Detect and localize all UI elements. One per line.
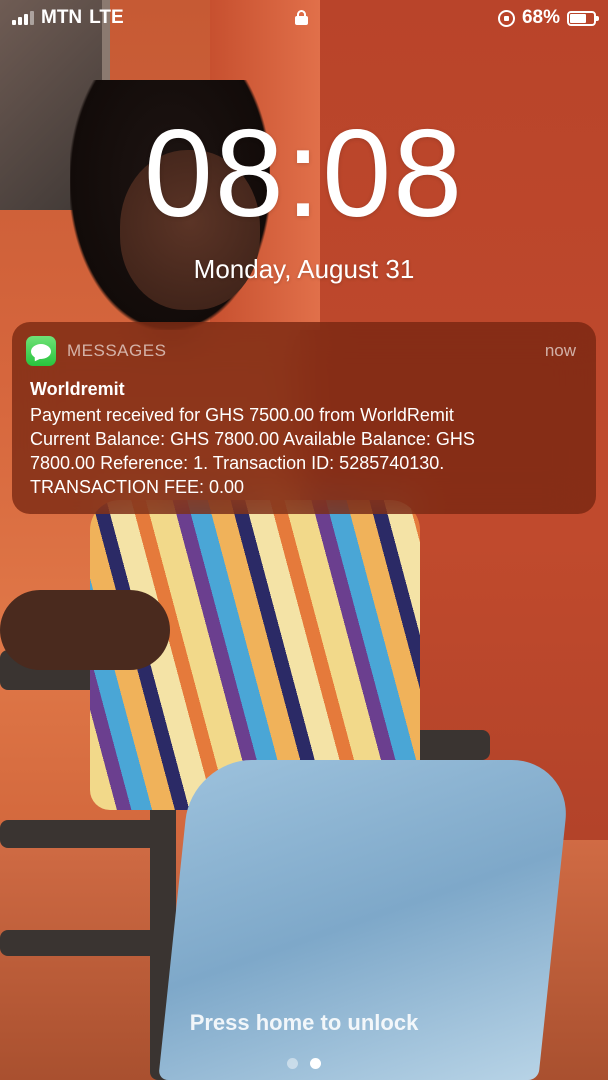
notification-header: MESSAGES now — [26, 335, 576, 367]
page-dot — [287, 1058, 298, 1069]
lock-screen-time: 08:08 — [143, 105, 465, 243]
lock-icon — [295, 10, 308, 25]
battery-icon — [567, 10, 599, 26]
chat-bubble-icon — [31, 343, 51, 359]
signal-bar — [24, 14, 28, 25]
notification-app-name: MESSAGES — [67, 341, 167, 360]
wallpaper-railing — [410, 730, 490, 760]
status-bar-left: MTN LTE — [12, 7, 124, 29]
page-indicator — [0, 1058, 608, 1069]
wallpaper-person-arm — [0, 590, 170, 670]
message-notification[interactable]: MESSAGES now Worldremit Payment received… — [12, 322, 596, 514]
signal-bar — [30, 11, 34, 25]
status-bar-center — [295, 10, 308, 25]
notification-sender: Worldremit — [30, 379, 125, 399]
network-type: LTE — [89, 7, 124, 28]
status-bar: MTN LTE 68% — [0, 0, 608, 36]
page-dot — [310, 1058, 321, 1069]
signal-bar — [12, 20, 16, 25]
wallpaper-railing — [0, 820, 160, 848]
rotation-lock-icon — [497, 9, 515, 27]
carrier-name: MTN — [41, 7, 83, 28]
signal-icon — [12, 11, 34, 25]
battery-percent: 68% — [521, 7, 560, 28]
notification-message-body: Payment received for GHS 7500.00 from Wo… — [30, 405, 475, 497]
lock-screen-date: Monday, August 31 — [193, 254, 415, 284]
signal-bar — [18, 17, 22, 25]
status-bar-right: 68% — [497, 7, 599, 29]
notification-time: now — [544, 341, 576, 360]
unlock-hint: Press home to unlock — [189, 1010, 419, 1035]
messages-app-icon — [26, 336, 56, 366]
battery-level-fill — [570, 13, 586, 23]
